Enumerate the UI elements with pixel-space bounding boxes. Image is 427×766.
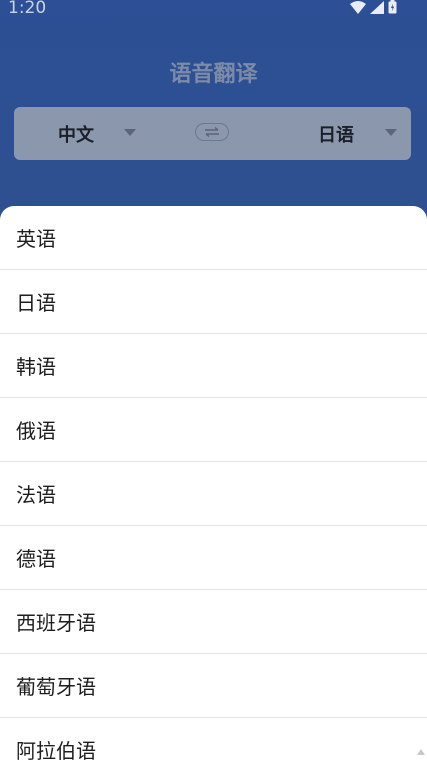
language-option-russian[interactable]: 俄语 — [0, 398, 427, 462]
swap-arrows-icon — [205, 127, 219, 137]
language-option-arabic[interactable]: 阿拉伯语 — [0, 718, 427, 766]
status-icons — [350, 0, 397, 14]
chevron-down-icon[interactable] — [124, 129, 136, 136]
source-language-selector[interactable]: 中文 — [58, 121, 94, 147]
scroll-indicator-icon — [417, 749, 425, 755]
status-bar: 1:20 — [0, 0, 427, 18]
language-option-spanish[interactable]: 西班牙语 — [0, 590, 427, 654]
language-option-english[interactable]: 英语 — [0, 206, 427, 270]
language-option-korean[interactable]: 韩语 — [0, 334, 427, 398]
page-title: 语音翻译 — [169, 62, 258, 87]
language-selector-bar: 中文 日语 — [14, 107, 411, 160]
language-option-german[interactable]: 德语 — [0, 526, 427, 590]
status-time: 1:20 — [8, 0, 47, 18]
signal-icon — [370, 0, 384, 14]
language-option-french[interactable]: 法语 — [0, 462, 427, 526]
target-language-selector[interactable]: 日语 — [318, 121, 354, 147]
battery-icon — [388, 0, 397, 14]
language-option-japanese[interactable]: 日语 — [0, 270, 427, 334]
wifi-icon — [350, 0, 366, 14]
swap-languages-button[interactable] — [195, 123, 229, 141]
language-picker-sheet: 英语 日语 韩语 俄语 法语 德语 西班牙语 葡萄牙语 阿拉伯语 — [0, 206, 427, 766]
language-option-portuguese[interactable]: 葡萄牙语 — [0, 654, 427, 718]
chevron-down-icon[interactable] — [385, 129, 397, 136]
